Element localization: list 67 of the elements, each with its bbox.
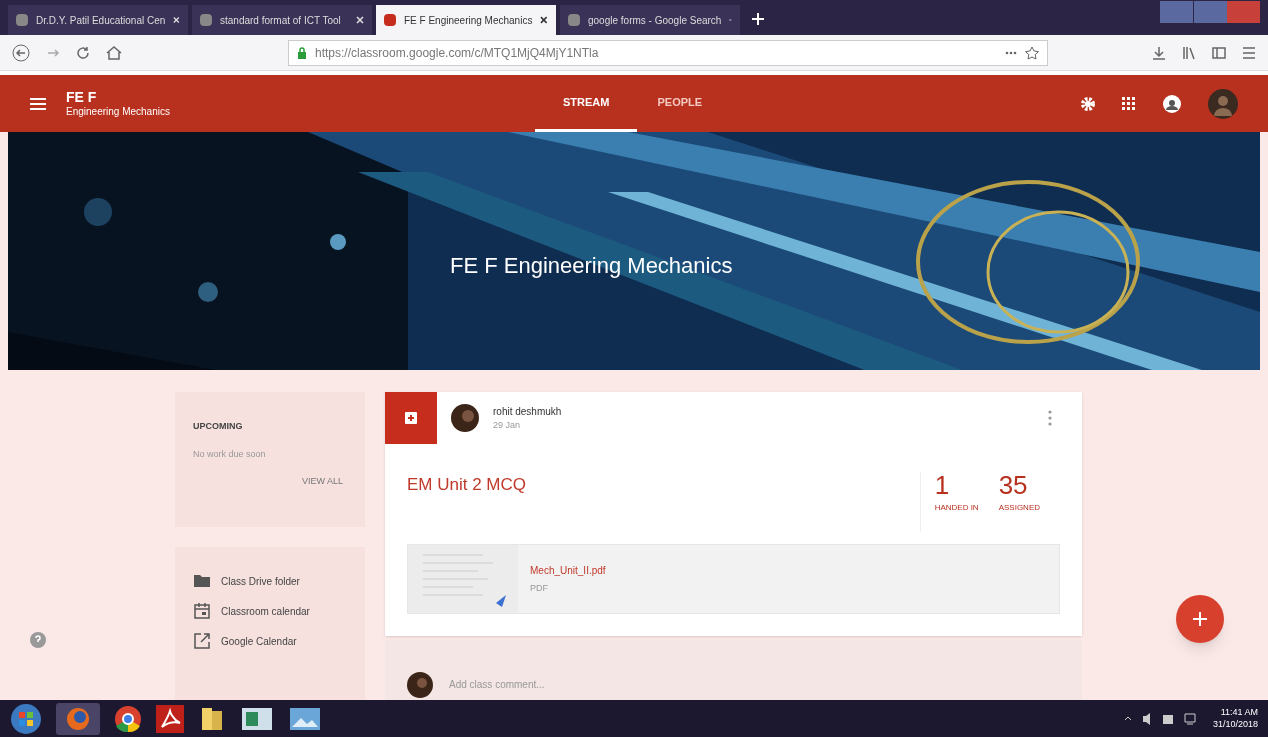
address-bar[interactable]: https://classroom.google.com/c/MTQ1MjQ4MjY1NTla: [288, 39, 1048, 66]
stat-label: HANDED IN: [934, 502, 979, 514]
help-icon[interactable]: [30, 632, 46, 648]
tab-title: google forms - Google Search: [588, 13, 722, 28]
favicon-icon: [568, 14, 580, 27]
upcoming-message: No work due soon: [193, 447, 267, 461]
avatar-icon: [407, 672, 433, 698]
clock-date[interactable]: 31/10/2018: [1212, 718, 1258, 730]
class-link[interactable]: Classroom calendar: [193, 602, 347, 620]
upcoming-title: UPCOMING: [193, 420, 244, 433]
add-button[interactable]: [1176, 595, 1224, 643]
avatar-icon: [451, 404, 479, 432]
browser-tab[interactable]: FE F Engineering Mechanics: [376, 5, 556, 36]
tab-title: Dr.D.Y. Patil Educational Cen: [36, 13, 166, 28]
attachment-name[interactable]: Mech_Unit_II.pdf: [530, 563, 606, 578]
browser-tab[interactable]: google forms - Google Search: [560, 5, 740, 36]
plus-icon: [1193, 612, 1207, 626]
favicon-icon: [200, 14, 212, 27]
banner-title: FE F Engineering Mechanics: [450, 252, 733, 281]
class-subject: Engineering Mechanics: [66, 106, 170, 119]
library-icon[interactable]: [1182, 45, 1196, 60]
more-icon[interactable]: [1005, 50, 1017, 55]
chrome-icon[interactable]: [114, 704, 142, 733]
stat-value[interactable]: 1: [934, 472, 979, 498]
class-link[interactable]: Google Calendar: [193, 632, 347, 650]
post-date: 29 Jan: [493, 418, 522, 432]
favicon-icon: [16, 14, 28, 27]
calendar-icon: [193, 602, 211, 620]
menu-icon[interactable]: [1242, 46, 1256, 59]
browser-tab[interactable]: standard format of ICT Tool: [192, 5, 372, 36]
clock-time[interactable]: 11:41 AM: [1220, 707, 1258, 719]
back-icon[interactable]: [12, 43, 30, 62]
star-icon[interactable]: [1025, 45, 1039, 60]
plus-icon: [752, 13, 764, 26]
lock-icon: [297, 46, 307, 59]
settings-icon[interactable]: [1080, 95, 1096, 112]
avatar-icon[interactable]: [1208, 88, 1238, 119]
class-name: FE F: [66, 88, 98, 106]
tray-icons[interactable]: [1122, 711, 1199, 726]
attachment-type: PDF: [530, 582, 549, 595]
classroom-icon[interactable]: [1162, 93, 1182, 114]
assignment-icon: [404, 411, 418, 425]
download-icon[interactable]: [1152, 45, 1166, 60]
browser-tab[interactable]: Dr.D.Y. Patil Educational Cen: [8, 5, 188, 36]
tab-title: FE F Engineering Mechanics: [404, 13, 533, 28]
url-text: https://classroom.google.com/c/MTQ1MjQ4MjY1NTla: [315, 44, 600, 62]
stat-value[interactable]: 35: [998, 472, 1040, 498]
apps-icon[interactable]: [1122, 96, 1136, 111]
window-controls-icon[interactable]: [1160, 1, 1260, 24]
attachment[interactable]: Mech_Unit_II.pdf PDF: [407, 544, 1060, 614]
sidebar-icon[interactable]: [1212, 45, 1226, 60]
pdf-icon[interactable]: [156, 704, 184, 733]
author-name: rohit deshmukh: [493, 404, 562, 419]
class-link[interactable]: Class Drive folder: [193, 572, 347, 590]
view-all-link[interactable]: VIEW ALL: [301, 475, 343, 489]
more-icon[interactable]: [1048, 410, 1052, 426]
reload-icon[interactable]: [76, 45, 90, 60]
favicon-icon: [384, 14, 396, 27]
start-icon[interactable]: [10, 702, 42, 735]
home-icon[interactable]: [106, 45, 122, 60]
firefox-icon[interactable]: [56, 702, 100, 735]
external-icon: [193, 632, 211, 650]
folder-icon: [193, 572, 211, 590]
tab-title: standard format of ICT Tool: [220, 13, 342, 28]
stat-label: ASSIGNED: [998, 502, 1040, 514]
assignment-title[interactable]: EM Unit 2 MCQ: [407, 472, 527, 498]
class-tab[interactable]: PEOPLE: [637, 74, 723, 133]
